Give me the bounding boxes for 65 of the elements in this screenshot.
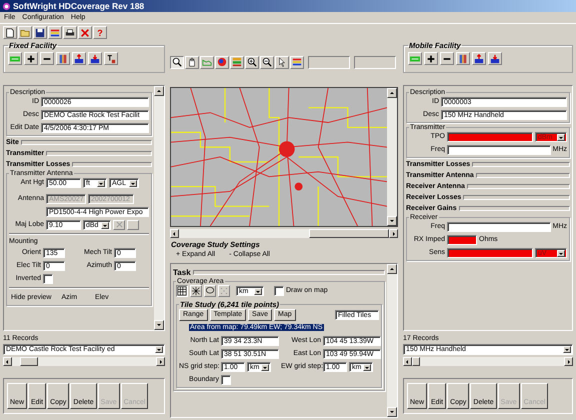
shape-tool-button[interactable]: [190, 284, 202, 296]
toolbar-button[interactable]: [72, 52, 86, 65]
toolbar-button[interactable]: [104, 52, 118, 65]
app-icon: [2, 2, 11, 10]
columns-icon: [458, 54, 468, 64]
upload-icon: [74, 54, 84, 64]
toolbar-button[interactable]: [24, 52, 38, 65]
checkbox[interactable]: [274, 286, 284, 296]
layers-icon: [232, 57, 242, 67]
map-tool-button[interactable]: [170, 56, 184, 68]
download-icon: [490, 54, 500, 64]
color-bars-icon: [292, 57, 302, 67]
text-field[interactable]: [447, 132, 533, 142]
cross-icon: [80, 28, 90, 38]
browse-button[interactable]: [127, 220, 139, 230]
toolbar-button[interactable]: [40, 52, 54, 65]
section-header[interactable]: Task: [173, 268, 191, 276]
horizontal-scrollbar[interactable]: [3, 357, 165, 366]
vertical-scrollbar[interactable]: [154, 86, 164, 330]
horizontal-scrollbar[interactable]: [403, 357, 573, 366]
checkbox[interactable]: [221, 374, 231, 384]
plus-icon: [26, 54, 36, 64]
toolbar-button[interactable]: [424, 52, 438, 65]
download-icon: [90, 54, 100, 64]
vertical-scrollbar[interactable]: [387, 264, 397, 417]
zoom-in-icon: [247, 57, 257, 67]
zoom-out-icon: [262, 57, 272, 67]
plus-icon: [426, 54, 436, 64]
status-field: [354, 56, 396, 68]
dots-icon: [219, 286, 229, 296]
hand-icon: [187, 57, 197, 67]
folder-icon: [20, 28, 30, 38]
text-field[interactable]: [447, 144, 551, 154]
shape-tool-button[interactable]: [176, 284, 188, 296]
horizontal-scrollbar[interactable]: [170, 229, 398, 238]
window-title: SoftWright HDCoverage Rev 188: [13, 1, 144, 11]
toolbar-button[interactable]: [88, 52, 102, 65]
cross-icon: [116, 221, 122, 228]
toolbar-button[interactable]: [63, 26, 77, 39]
toolbar-button[interactable]: [440, 52, 454, 65]
printer-icon: [65, 28, 75, 38]
upload-icon: [474, 54, 484, 64]
pointer-icon: [277, 57, 287, 67]
columns-icon: [58, 54, 68, 64]
color-bars-icon: [50, 28, 60, 38]
road-map-drawing[interactable]: [171, 88, 387, 226]
toolbar-button[interactable]: [3, 26, 17, 39]
checkbox[interactable]: [43, 274, 53, 284]
star-icon: [191, 286, 201, 296]
text-field[interactable]: [447, 234, 477, 244]
toolbar-button[interactable]: [488, 52, 502, 65]
magnifier-icon: [172, 57, 182, 67]
toolbar-button[interactable]: [33, 26, 47, 39]
lasso-icon: [205, 286, 215, 296]
text-field[interactable]: [447, 222, 551, 232]
clear-button[interactable]: [113, 220, 125, 230]
status-field: [308, 56, 350, 68]
tool-icon: [106, 54, 116, 64]
vertical-scrollbar[interactable]: [387, 88, 397, 226]
new-file-icon: [5, 28, 15, 38]
toolbar-button[interactable]: [472, 52, 486, 65]
grid-icon: [177, 286, 187, 296]
toolbar-button[interactable]: [48, 26, 62, 39]
text-field[interactable]: [447, 248, 533, 258]
chart-icon: [202, 57, 212, 67]
